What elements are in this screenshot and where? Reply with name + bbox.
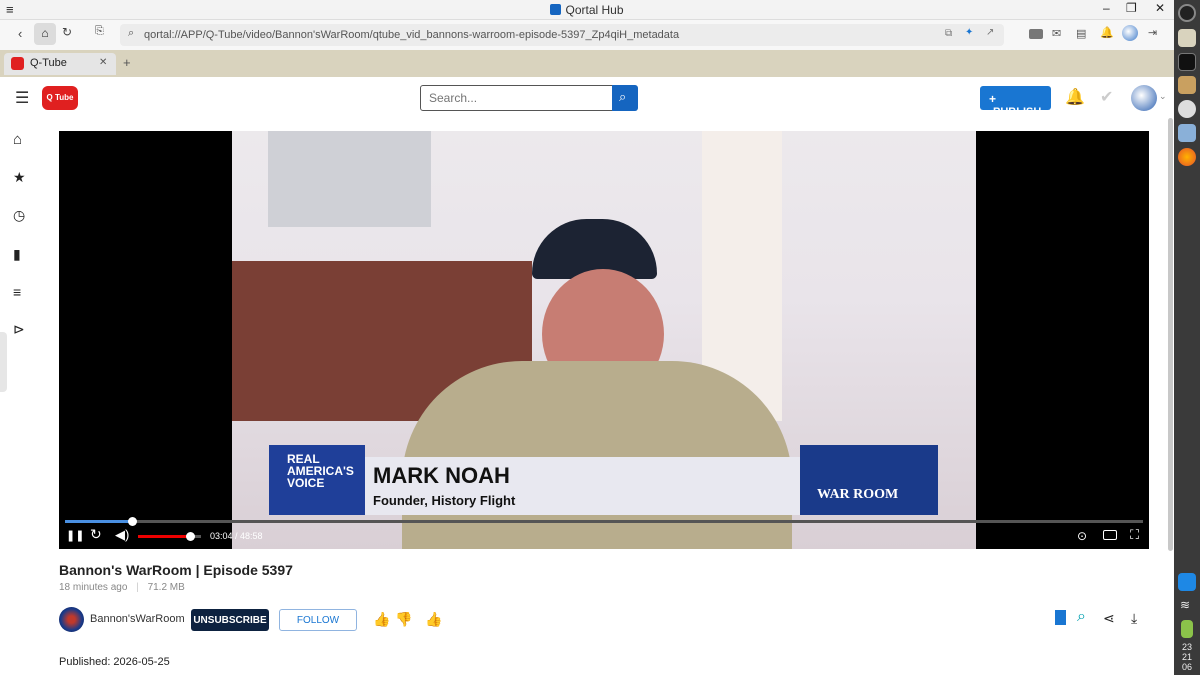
browser-nav-bar: ‹ ⌂ ↻ ⎘ ⌕ qortal://APP/Q-Tube/video/Bann… [0, 20, 1174, 50]
close-window-icon[interactable]: ✕ [1155, 1, 1165, 15]
queue-nav-icon[interactable]: ≡ [13, 284, 29, 300]
search-icon: ⌕ [619, 89, 627, 104]
window-titlebar: ≡ Qortal Hub – ❐ ✕ [0, 0, 1174, 20]
pin-icon[interactable]: ✦ [965, 27, 973, 38]
mail-icon[interactable]: ✉ [1052, 27, 1061, 40]
close-tab-icon[interactable]: ✕ [99, 57, 107, 68]
download-icon[interactable]: ⤓ [1131, 610, 1137, 627]
settings-app-icon[interactable] [1178, 124, 1196, 142]
playback-speed-icon[interactable]: ⊙ [1077, 529, 1087, 543]
zoom-search-icon[interactable]: ⌕ [1077, 608, 1086, 626]
wifi-icon[interactable]: ≋ [1180, 598, 1190, 612]
user-avatar-icon[interactable] [1122, 25, 1138, 41]
publish-button[interactable]: + PUBLISH [980, 86, 1051, 118]
page-scrollbar[interactable] [1168, 118, 1173, 551]
reload-icon[interactable]: ↻ [62, 25, 72, 39]
tab-q-tube[interactable]: Q-Tube ✕ [4, 53, 116, 75]
notification-icon[interactable]: 🔔 [1100, 26, 1114, 39]
logout-icon[interactable]: ⇥ [1148, 26, 1157, 39]
open-external-icon[interactable]: ↗ [986, 27, 994, 38]
home-nav-icon[interactable]: ⌂ [13, 131, 29, 148]
play-nav-icon[interactable]: ⊳ [13, 321, 29, 337]
star-nav-icon[interactable]: ★ [13, 169, 29, 185]
q-tube-logo[interactable]: Q Tube [42, 86, 78, 110]
files-app-icon[interactable] [1178, 29, 1196, 47]
search-icon: ⌕ [128, 27, 135, 39]
search-box: ⌕ [420, 85, 638, 111]
profile-avatar[interactable] [1131, 85, 1157, 111]
meta-divider: | [136, 582, 139, 593]
hamburger-menu-icon[interactable]: ☰ [15, 88, 29, 108]
name-bar: MARK NOAH Founder, History Flight [365, 457, 800, 515]
replay-icon[interactable]: ↻ [90, 526, 102, 543]
minimize-icon[interactable]: – [1103, 1, 1110, 15]
back-icon[interactable]: ‹ [18, 26, 22, 41]
time-display: 03:04 / 48:58 [210, 531, 263, 541]
qortal-app-icon [550, 4, 562, 15]
chat-icon[interactable] [1029, 29, 1043, 39]
maximize-icon[interactable]: ❐ [1126, 1, 1137, 15]
seek-bar-played [65, 520, 132, 523]
clock: 23 21 06 [1181, 642, 1192, 672]
lower-third-banner: REAL AMERICA'S VOICE MARK NOAH Founder, … [269, 445, 939, 515]
unsubscribe-button[interactable]: UNSUBSCRIBE [191, 609, 269, 631]
bookmark-icon[interactable]: ⎘ [95, 25, 104, 38]
disk-app-icon[interactable] [1178, 100, 1196, 118]
war-room-logo: WAR ROOM [800, 445, 938, 515]
volume-slider[interactable] [138, 532, 201, 541]
archive-app-icon[interactable] [1178, 76, 1196, 94]
share-icon[interactable]: ⋖ [1103, 610, 1115, 627]
seek-thumb[interactable] [128, 517, 137, 526]
video-player[interactable]: REAL AMERICA'S VOICE MARK NOAH Founder, … [59, 131, 1149, 549]
q-tube-favicon [11, 57, 24, 70]
save-bookmark-icon[interactable] [1055, 610, 1066, 625]
tab-strip: Q-Tube ✕ + [0, 50, 1174, 77]
volume-thumb[interactable] [186, 532, 195, 541]
dislike-icon[interactable]: 👎 [395, 611, 412, 628]
network-badge: REAL AMERICA'S VOICE [269, 445, 365, 515]
upload-age: 18 minutes ago [59, 582, 128, 593]
like-icon[interactable]: 👍 [373, 611, 390, 628]
seek-bar[interactable] [65, 517, 1143, 526]
plus-icon: + [989, 92, 997, 106]
pause-icon[interactable]: ❚❚ [66, 529, 84, 542]
sidebar-drawer-handle[interactable] [0, 332, 7, 392]
address-bar[interactable]: ⌕ qortal://APP/Q-Tube/video/Bannon'sWarR… [120, 24, 1004, 46]
history-nav-icon[interactable]: ◷ [13, 207, 29, 223]
channel-avatar[interactable] [59, 607, 84, 632]
terminal-app-icon[interactable] [1178, 53, 1196, 71]
published-date: Published: 2026-05-25 [59, 656, 170, 668]
file-size: 71.2 MB [147, 582, 185, 593]
checkmark-icon[interactable]: ✔ [1100, 87, 1113, 107]
fullscreen-icon[interactable]: ⛶ [1130, 527, 1139, 543]
home-icon[interactable]: ⌂ [34, 23, 56, 45]
window-title: Qortal Hub [0, 3, 1174, 17]
follow-button[interactable]: FOLLOW [279, 609, 357, 631]
video-meta: 18 minutes ago | 71.2 MB [59, 582, 185, 593]
video-title: Bannon's WarRoom | Episode 5397 [59, 562, 293, 578]
volume-level [138, 535, 190, 538]
subtitles-icon[interactable] [1103, 530, 1117, 540]
qortal-tray-icon[interactable] [1178, 573, 1196, 591]
bell-icon[interactable]: 🔔 [1065, 87, 1085, 107]
camera-app-icon[interactable] [1178, 4, 1196, 22]
new-tab-button[interactable]: + [123, 55, 131, 70]
volume-icon[interactable]: ◀) [115, 527, 129, 543]
copy-icon[interactable]: ⧉ [945, 28, 952, 39]
url-text: qortal://APP/Q-Tube/video/Bannon'sWarRoo… [144, 29, 680, 41]
search-button[interactable]: ⌕ [612, 85, 638, 111]
chevron-down-icon[interactable]: ⌄ [1159, 91, 1167, 102]
search-input[interactable] [420, 85, 613, 111]
playlists-nav-icon[interactable]: ▮ [13, 246, 29, 262]
channel-name[interactable]: Bannon'sWarRoom [90, 613, 185, 625]
system-dock: ≋ 23 21 06 [1174, 0, 1200, 675]
firefox-app-icon[interactable] [1178, 148, 1196, 166]
wall-poster [268, 131, 431, 227]
super-like-icon[interactable]: 👍 [425, 611, 442, 628]
document-icon[interactable]: ▤ [1076, 27, 1086, 40]
app-header: ☰ Q Tube ⌕ + PUBLISH 🔔 ✔ ⌄ [0, 78, 1174, 118]
battery-icon [1181, 620, 1193, 638]
